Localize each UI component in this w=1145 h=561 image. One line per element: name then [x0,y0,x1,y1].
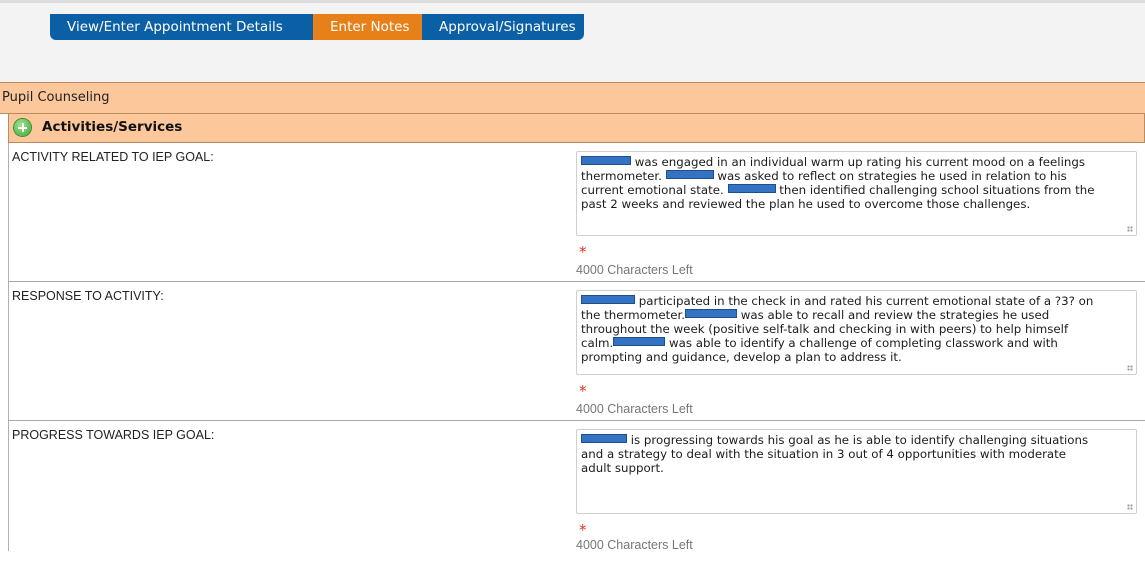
subsection-title: Activities/Services [42,119,183,135]
redacted-name [581,156,631,165]
resize-grip-icon[interactable] [1127,504,1133,510]
tab-bar: View/Enter Appointment Details Enter Not… [50,14,584,40]
tab-approval-signatures[interactable]: Approval/Signatures [422,14,584,40]
redacted-name [581,434,627,443]
resize-grip-icon[interactable] [1127,365,1133,371]
redacted-name [727,184,776,193]
response-notes-textarea[interactable]: participated in the check in and rated h… [576,290,1137,375]
top-edge [0,0,1145,3]
subsection-header-activities[interactable]: Activities/Services [8,114,1145,143]
required-marker: * [579,243,587,261]
field-label: RESPONSE TO ACTIVITY: [12,289,164,303]
required-marker: * [579,521,587,539]
progress-notes-textarea[interactable]: is progressing towards his goal as he is… [576,429,1137,514]
activity-notes-textarea[interactable]: was engaged in an individual warm up rat… [576,151,1137,236]
required-marker: * [579,382,587,400]
redacted-name [684,309,737,318]
characters-left: 4000 Characters Left [576,263,693,277]
field-label: PROGRESS TOWARDS IEP GOAL: [12,428,215,442]
resize-grip-icon[interactable] [1127,226,1133,232]
tab-appointment-details[interactable]: View/Enter Appointment Details [50,14,313,40]
tab-enter-notes[interactable]: Enter Notes [313,14,422,40]
redacted-name [581,295,635,304]
expand-plus-icon[interactable] [14,119,31,136]
field-label: ACTIVITY RELATED TO IEP GOAL: [12,150,214,164]
characters-left: 4000 Characters Left [576,538,693,552]
characters-left: 4000 Characters Left [576,402,693,416]
redacted-name [613,337,666,346]
redacted-name [665,170,714,179]
header-band [0,0,1145,82]
section-header-pupil-counseling: Pupil Counseling [0,82,1145,114]
